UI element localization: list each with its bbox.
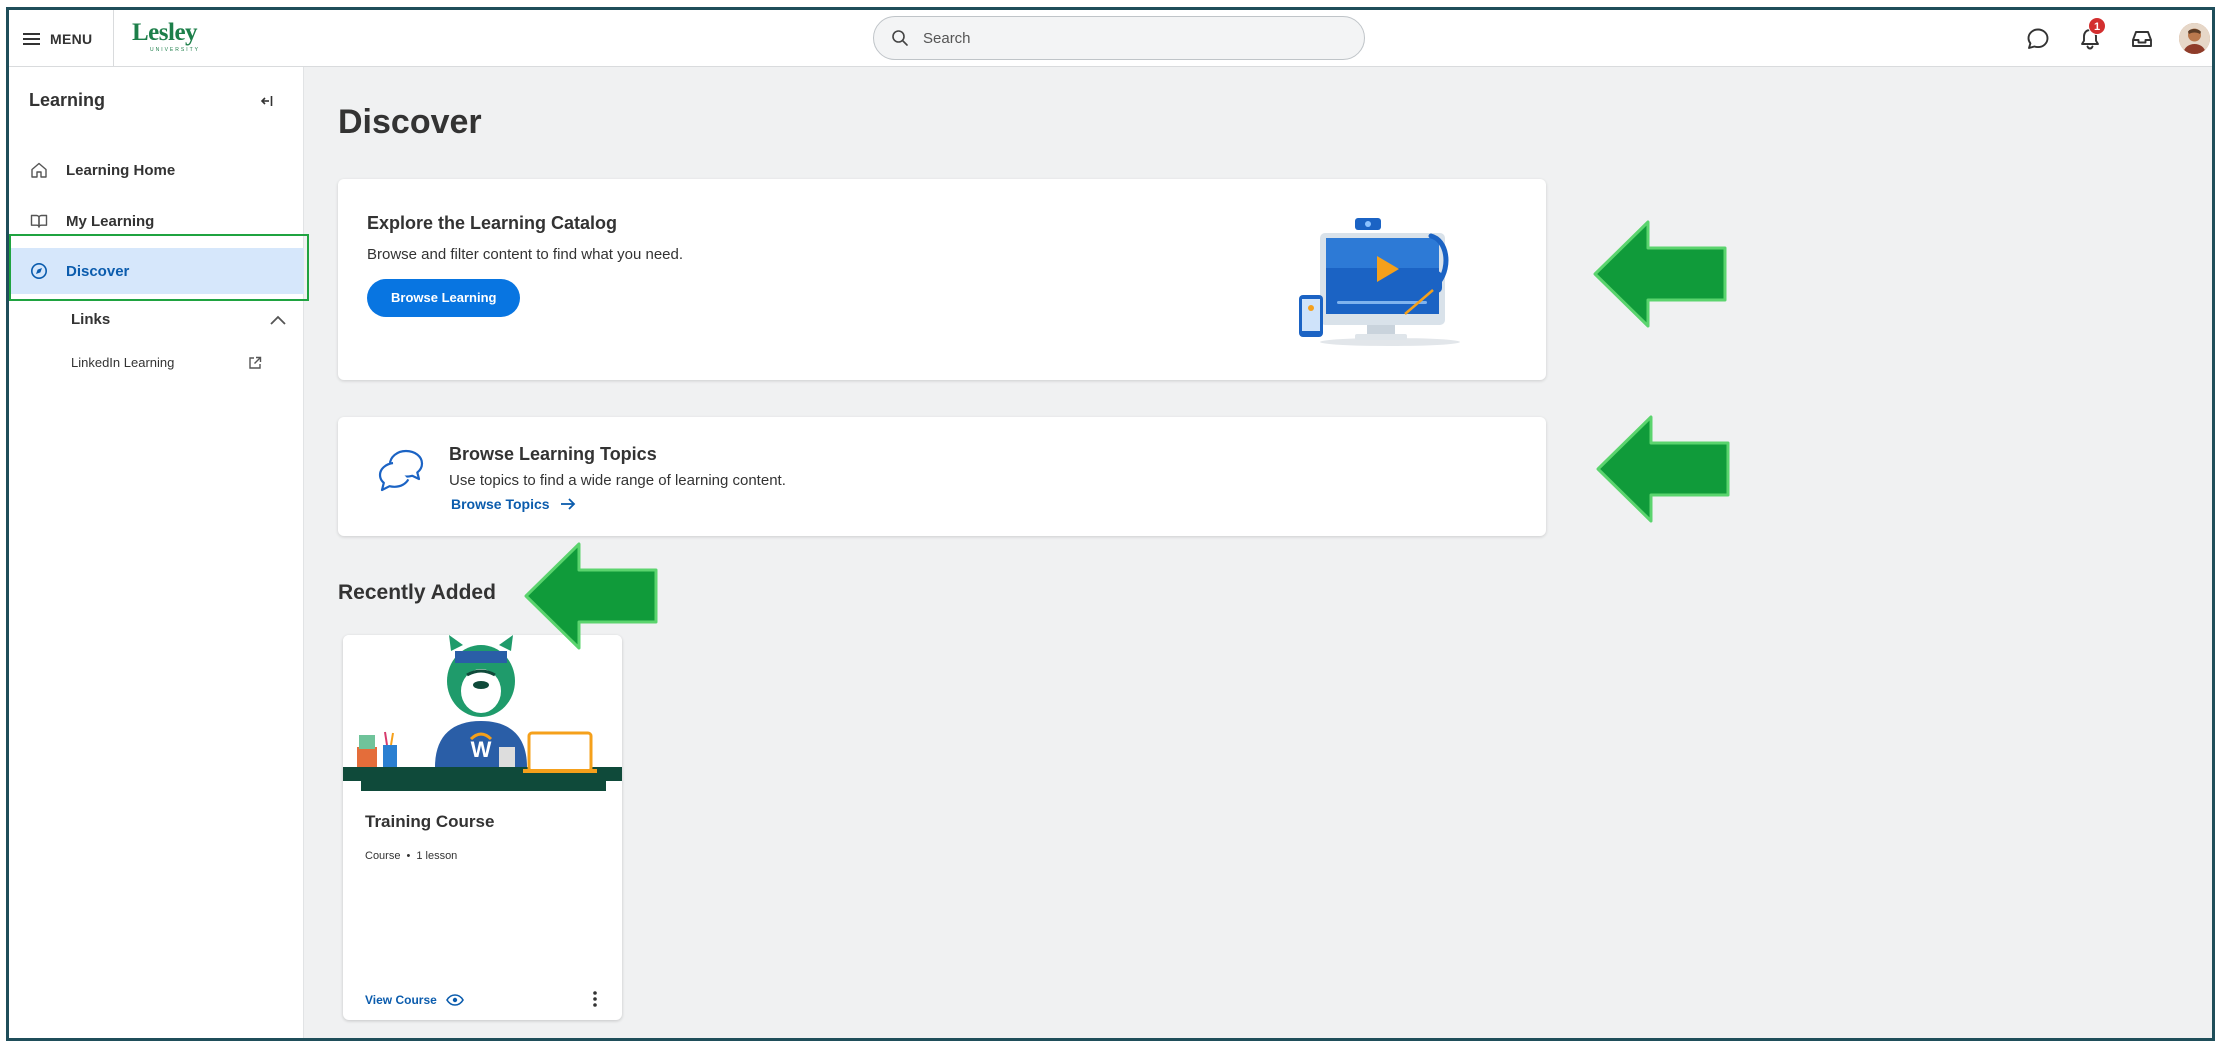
chat-icon[interactable] bbox=[2025, 26, 2051, 52]
course-meta: Course • 1 lesson bbox=[365, 850, 457, 862]
annotation-arrow-icon bbox=[1593, 220, 1727, 328]
app-window: MENU Lesley UNIVERSITY 1 bbox=[6, 7, 2215, 1041]
view-course-link[interactable]: View Course bbox=[365, 993, 464, 1007]
top-bar: MENU Lesley UNIVERSITY 1 bbox=[9, 10, 2212, 67]
topics-heading: Browse Learning Topics bbox=[449, 444, 657, 464]
recently-added-heading: Recently Added bbox=[338, 581, 496, 604]
external-link-icon[interactable] bbox=[248, 356, 262, 370]
course-thumbnail: W bbox=[343, 635, 622, 793]
notification-badge: 1 bbox=[2088, 17, 2106, 35]
chat-bubbles-icon bbox=[378, 449, 424, 492]
browse-topics-label: Browse Topics bbox=[451, 496, 550, 512]
page-title: Discover bbox=[338, 103, 482, 141]
svg-text:W: W bbox=[471, 737, 492, 762]
hamburger-icon bbox=[23, 33, 40, 45]
learning-topics-card: Browse Learning Topics Use topics to fin… bbox=[338, 417, 1546, 536]
more-options-icon[interactable] bbox=[589, 989, 601, 1009]
avatar[interactable] bbox=[2179, 23, 2210, 54]
arrow-right-icon bbox=[560, 498, 575, 510]
view-course-label: View Course bbox=[365, 993, 437, 1007]
links-heading: Links bbox=[71, 311, 111, 328]
annotation-arrow-icon bbox=[524, 542, 658, 650]
book-icon bbox=[30, 214, 48, 228]
course-card[interactable]: W Training Course Course • 1 lesson View… bbox=[343, 635, 622, 1020]
eye-icon bbox=[445, 994, 464, 1006]
collapse-sidebar-icon[interactable] bbox=[259, 93, 275, 109]
catalog-heading: Explore the Learning Catalog bbox=[367, 213, 618, 233]
course-title: Training Course bbox=[365, 812, 495, 831]
notifications-button[interactable]: 1 bbox=[2077, 17, 2106, 52]
annotation-arrow-icon bbox=[1596, 415, 1730, 523]
video-monitor-illustration bbox=[1299, 218, 1460, 346]
menu-label: MENU bbox=[50, 31, 93, 47]
search-input[interactable] bbox=[923, 29, 1323, 47]
chevron-up-icon[interactable] bbox=[269, 313, 287, 327]
topbar-divider bbox=[113, 10, 114, 67]
sidebar-item-label: My Learning bbox=[66, 212, 155, 230]
sidebar-title: Learning bbox=[29, 90, 106, 110]
learning-catalog-card: Explore the Learning Catalog Browse and … bbox=[338, 179, 1546, 380]
menu-button[interactable]: MENU bbox=[23, 24, 92, 54]
topics-description: Use topics to find a wide range of learn… bbox=[449, 472, 786, 489]
home-icon bbox=[31, 162, 47, 178]
browse-topics-link[interactable]: Browse Topics bbox=[451, 496, 576, 512]
meta-separator: • bbox=[406, 850, 411, 862]
inbox-icon[interactable] bbox=[2129, 26, 2155, 52]
search-bar[interactable] bbox=[873, 16, 1365, 60]
course-type: Course bbox=[365, 850, 401, 862]
lesson-count: 1 lesson bbox=[416, 850, 458, 862]
learning-sidebar: Learning Learning Home My Learning Disco… bbox=[9, 67, 309, 1038]
lesley-logo[interactable]: Lesley UNIVERSITY bbox=[132, 20, 212, 58]
user-photo bbox=[2179, 23, 2210, 54]
sidebar-item-learning-home[interactable]: Learning Home bbox=[9, 147, 304, 193]
highlight-box bbox=[9, 234, 309, 301]
catalog-description: Browse and filter content to find what y… bbox=[367, 246, 684, 263]
search-icon bbox=[892, 30, 908, 46]
browse-learning-button[interactable]: Browse Learning bbox=[367, 279, 521, 317]
linkedin-learning-link[interactable]: LinkedIn Learning bbox=[71, 355, 174, 370]
sidebar-item-label: Learning Home bbox=[66, 161, 176, 179]
